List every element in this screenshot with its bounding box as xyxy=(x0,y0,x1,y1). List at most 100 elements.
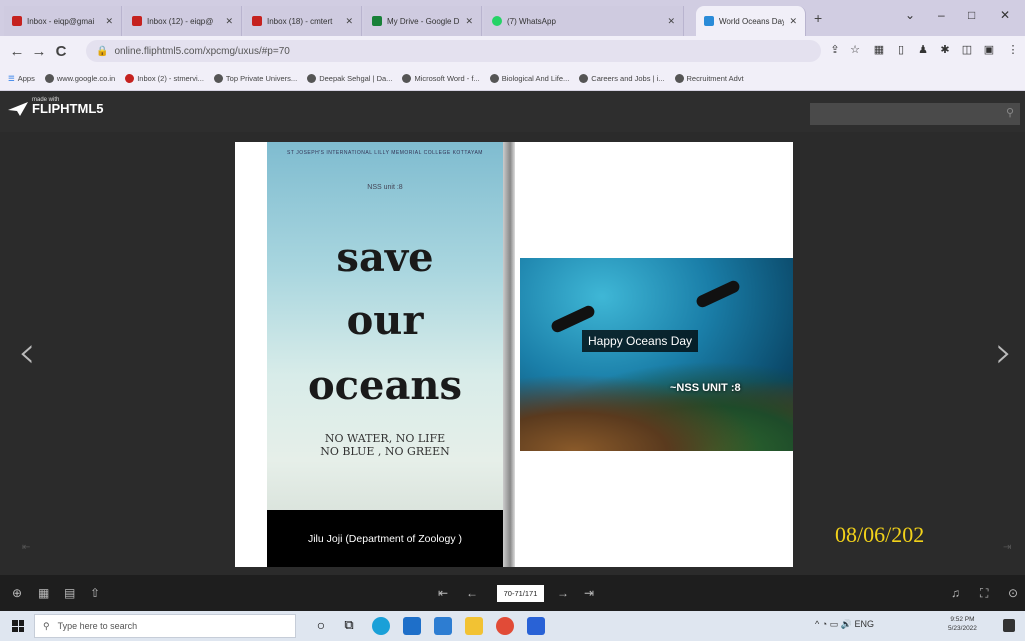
close-tab-icon[interactable]: ✕ xyxy=(345,16,353,27)
bookmark-item[interactable]: Deepak Sehgal | Da... xyxy=(307,73,392,83)
file-explorer-icon[interactable] xyxy=(465,617,483,635)
bookmark-item[interactable]: Recruitment Advt xyxy=(674,73,744,83)
puzzle-icon[interactable]: ✱ xyxy=(938,43,952,57)
tab-whatsapp[interactable]: (7) WhatsApp ✕ xyxy=(484,6,684,36)
reload-button[interactable]: C xyxy=(50,43,72,60)
bookmark-item[interactable]: Inbox (2) - stmervi... xyxy=(125,73,204,83)
sidebar-icon[interactable]: ◫ xyxy=(960,43,974,57)
bookmark-apps[interactable]: ☰ Apps xyxy=(8,74,35,83)
fullscreen-icon[interactable]: ⛶ xyxy=(980,586,988,601)
close-tab-icon[interactable]: ✕ xyxy=(225,16,233,27)
system-tray[interactable]: ^ ◔ ▭ 🔊 ENG xyxy=(815,619,874,630)
tab-inbox-2[interactable]: Inbox (12) - eiqp@ ✕ xyxy=(124,6,242,36)
left-page[interactable]: ST JOSEPH'S INTERNATIONAL LILLY MEMORIAL… xyxy=(235,142,515,567)
table-of-contents-icon[interactable]: ▤ xyxy=(64,586,75,600)
autoflip-icon[interactable]: ⊙ xyxy=(1008,586,1018,600)
author-caption: Jilu Joji (Department of Zoology ) xyxy=(267,510,503,567)
sound-icon[interactable]: ♫ xyxy=(951,586,960,600)
page-number-input[interactable]: 70-71/171 xyxy=(497,585,544,602)
minimize-button[interactable]: – xyxy=(938,8,945,22)
task-view-icon[interactable]: ⧉ xyxy=(340,617,358,635)
poster-word-our: our xyxy=(346,297,424,344)
tab-label: Inbox - eiqp@gmai xyxy=(27,16,95,26)
tab-world-oceans-day[interactable]: World Oceans Day ✕ xyxy=(696,6,806,36)
zoom-icon[interactable]: ⊕ xyxy=(12,586,22,600)
profile-icon[interactable]: ▣ xyxy=(982,43,996,57)
extension-icon[interactable]: ♟ xyxy=(916,43,930,57)
bookmark-item[interactable]: Top Private Univers... xyxy=(213,73,298,83)
bookmark-label: Apps xyxy=(17,73,35,83)
new-tab-button[interactable]: + xyxy=(814,10,822,26)
url-bar[interactable]: 🔒 online.fliphtml5.com/xpcmg/uxus/#p=70 xyxy=(86,40,821,62)
store-icon[interactable] xyxy=(403,617,421,635)
poster-slogan: NO WATER, NO LIFE NO BLUE , NO GREEN xyxy=(267,432,503,458)
book-search-input[interactable]: ⚲ xyxy=(810,103,1020,125)
right-page[interactable]: Happy Oceans Day ~NSS UNIT :8 xyxy=(515,142,793,567)
google-drive-icon xyxy=(372,16,382,26)
cortana-icon[interactable]: ○ xyxy=(312,617,330,635)
close-window-button[interactable]: ✕ xyxy=(1000,8,1010,22)
tab-google-drive[interactable]: My Drive - Google D ✕ xyxy=(364,6,482,36)
language-indicator[interactable]: ENG xyxy=(854,619,874,629)
share-icon[interactable]: ⇪ xyxy=(828,43,842,57)
url-text: online.fliphtml5.com/xpcmg/uxus/#p=70 xyxy=(114,45,290,57)
fliphtml5-header: made with FLIPHTML5 ⚲ xyxy=(0,91,1025,132)
notification-icon[interactable] xyxy=(1003,619,1015,632)
globe-icon xyxy=(489,73,499,83)
close-tab-icon[interactable]: ✕ xyxy=(789,16,797,27)
maximize-button[interactable]: □ xyxy=(968,8,975,22)
next-page-button[interactable]: → xyxy=(557,586,569,600)
close-tab-icon[interactable]: ✕ xyxy=(667,16,675,27)
windows-start-icon[interactable] xyxy=(12,620,24,632)
bookmark-item[interactable]: Careers and Jobs | i... xyxy=(579,73,665,83)
close-tab-icon[interactable]: ✕ xyxy=(465,16,473,27)
bookmark-item[interactable]: www.google.co.in xyxy=(44,73,115,83)
battery-icon[interactable]: ▭ xyxy=(830,619,839,629)
bookmark-item[interactable]: Biological And Life... xyxy=(489,73,569,83)
last-page-corner[interactable]: ⇥ xyxy=(1003,542,1011,553)
search-icon[interactable]: ⚲ xyxy=(1006,106,1014,119)
first-page-button[interactable]: ⇤ xyxy=(438,586,448,600)
fliphtml5-icon xyxy=(704,16,714,26)
share-icon[interactable]: ⇧ xyxy=(90,586,100,600)
college-name: ST JOSEPH'S INTERNATIONAL LILLY MEMORIAL… xyxy=(287,150,483,156)
lock-icon: 🔒 xyxy=(96,45,109,57)
volume-icon[interactable]: 🔊 xyxy=(841,619,852,629)
diver-silhouette xyxy=(694,278,742,310)
network-icon[interactable]: ◔ xyxy=(822,619,827,629)
tab-label: Inbox (12) - eiqp@ xyxy=(147,16,214,26)
tab-inbox-1[interactable]: Inbox - eiqp@gmai ✕ xyxy=(4,6,122,36)
mail-icon[interactable] xyxy=(434,617,452,635)
globe-icon xyxy=(674,73,684,83)
fliphtml5-logo[interactable]: made with FLIPHTML5 xyxy=(8,97,104,116)
back-button[interactable]: ← xyxy=(6,43,28,60)
globe-icon xyxy=(44,73,54,83)
close-tab-icon[interactable]: ✕ xyxy=(105,16,113,27)
forward-button[interactable]: → xyxy=(28,43,50,60)
menu-icon[interactable]: ⋮ xyxy=(1006,43,1020,57)
dropdown-icon[interactable]: ⌄ xyxy=(905,8,915,22)
thumbnails-icon[interactable]: ▦ xyxy=(38,586,49,600)
previous-page-arrow[interactable]: ‹ xyxy=(18,327,36,378)
taskbar-clock[interactable]: 9:52 PM 5/23/2022 xyxy=(948,615,977,633)
previous-page-button[interactable]: ← xyxy=(466,586,478,600)
gmail-icon xyxy=(12,16,22,26)
chrome-icon[interactable] xyxy=(496,617,514,635)
extension-icon[interactable]: ▯ xyxy=(894,43,908,57)
bookmark-item[interactable]: Microsoft Word - f... xyxy=(402,73,480,83)
windows-taskbar: ⚲ Type here to search ○ ⧉ ^ ◔ ▭ 🔊 ENG 9:… xyxy=(0,611,1025,641)
globe-icon xyxy=(402,73,412,83)
bookmark-label: Top Private Univers... xyxy=(225,73,298,83)
tab-inbox-3[interactable]: Inbox (18) - cmtert ✕ xyxy=(244,6,362,36)
taskbar-search-input[interactable]: ⚲ Type here to search xyxy=(34,614,296,638)
tab-label: (7) WhatsApp xyxy=(507,16,556,26)
next-page-arrow[interactable]: › xyxy=(995,327,1013,378)
bookmark-label: Recruitment Advt xyxy=(686,73,744,83)
outlook-icon[interactable] xyxy=(527,617,545,635)
extension-icon[interactable]: ▦ xyxy=(872,43,886,57)
first-page-corner[interactable]: ⇤ xyxy=(22,542,30,553)
bookmark-star-icon[interactable]: ☆ xyxy=(848,43,862,57)
chevron-up-icon[interactable]: ^ xyxy=(815,619,819,629)
edge-icon[interactable] xyxy=(372,617,390,635)
last-page-button[interactable]: ⇥ xyxy=(584,586,594,600)
